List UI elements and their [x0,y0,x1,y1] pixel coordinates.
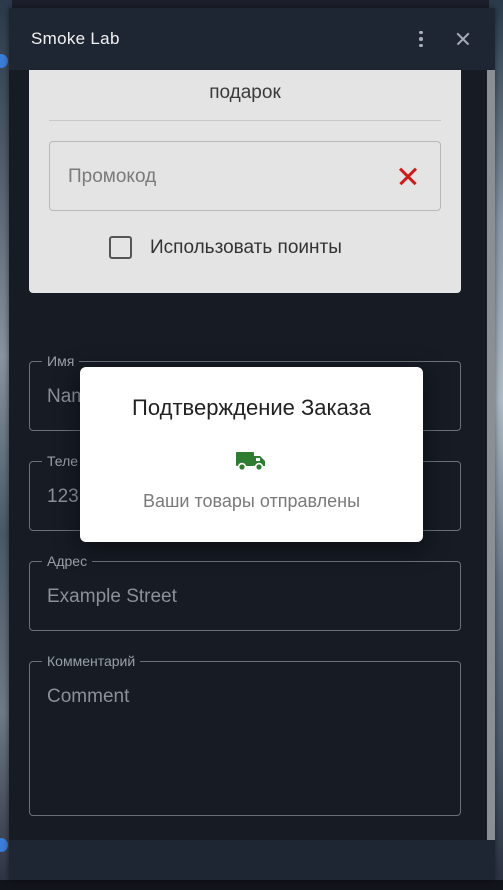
phone-value: 123 [47,486,79,507]
gift-text: подарок [209,82,281,103]
close-icon[interactable] [453,29,473,49]
clear-promo-icon[interactable] [398,166,418,186]
address-field[interactable]: Адрес Example Street [29,553,461,631]
taskbar-strip [0,880,503,890]
promo-code-field[interactable] [49,141,441,212]
card-divider [49,120,441,121]
address-value: Example Street [47,586,177,607]
phone-label: Теле [42,453,84,469]
more-vert-icon[interactable] [411,29,431,49]
app-window: Smoke Lab подарок Использовать поинты Им… [9,8,495,880]
title-bar: Smoke Lab [9,8,495,70]
comment-label: Комментарий [42,653,141,669]
scrollbar[interactable] [487,70,495,840]
truck-icon [236,452,265,472]
use-points-checkbox[interactable] [109,236,132,259]
promo-code-input[interactable] [66,142,370,212]
use-points-label: Использовать поинты [150,236,342,258]
dialog-title: Подтверждение Заказа [132,395,371,420]
window-title: Smoke Lab [31,29,120,48]
comment-value: Comment [47,686,130,707]
cart-summary-card: подарок Использовать поинты [29,70,461,293]
order-confirmation-dialog: Подтверждение Заказа Ваши товары отправл… [80,367,423,542]
use-points-checkbox-row[interactable]: Использовать поинты [109,236,342,259]
dialog-message: Ваши товары отправлены [142,491,361,511]
comment-field[interactable]: Комментарий Comment [29,653,461,816]
name-label: Имя [42,353,80,369]
bottom-bar [9,840,495,880]
address-label: Адрес [42,553,93,569]
